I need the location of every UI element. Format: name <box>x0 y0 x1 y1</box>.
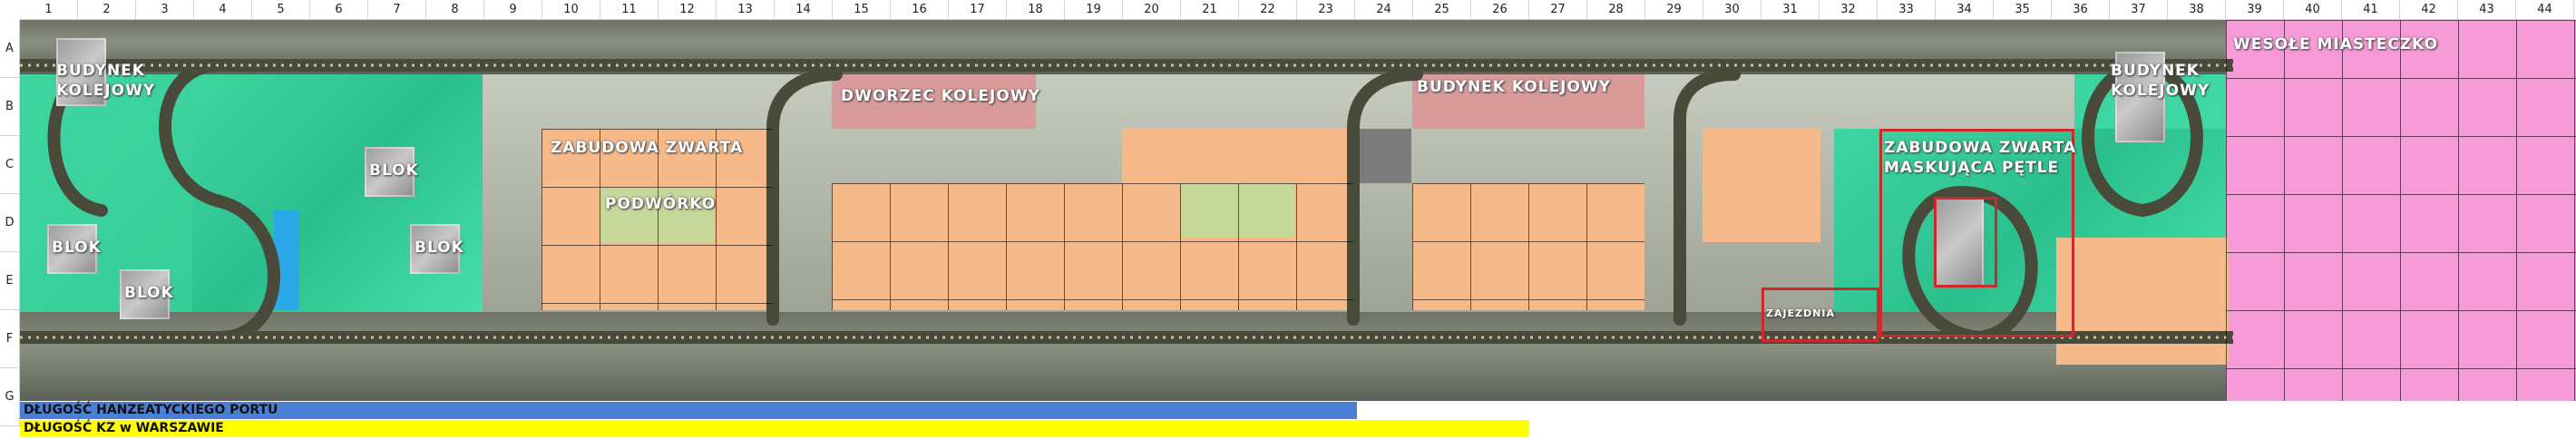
column-header-cell[interactable]: 33 <box>1878 0 1936 20</box>
label-block-2: BLOK <box>52 239 102 257</box>
column-header-cell[interactable]: 4 <box>194 0 252 20</box>
column-header-cell[interactable]: 14 <box>775 0 833 20</box>
column-header-cell[interactable]: 10 <box>542 0 600 20</box>
column-header-cell[interactable]: 32 <box>1820 0 1878 20</box>
column-header-cell[interactable]: 9 <box>484 0 542 20</box>
column-header-cell[interactable]: 1 <box>20 0 78 20</box>
column-header-cell[interactable]: 22 <box>1239 0 1297 20</box>
column-header-cell[interactable]: 5 <box>252 0 310 20</box>
label-railway-building-right: BUDYNEK KOLEJOWY <box>2111 62 2210 100</box>
column-header-cell[interactable]: 35 <box>1994 0 2052 20</box>
column-header-cell[interactable]: 3 <box>136 0 194 20</box>
column-header-cell[interactable]: 18 <box>1007 0 1065 20</box>
column-header-cell[interactable]: 12 <box>659 0 717 20</box>
row-header-cell[interactable]: E <box>0 252 20 310</box>
port-length-bar: DŁUGOŚĆ HANZEATYCKIEGO PORTU <box>20 402 1357 419</box>
column-header-cell[interactable]: 40 <box>2284 0 2342 20</box>
column-header-cell[interactable]: 44 <box>2516 0 2574 20</box>
column-header-cell[interactable]: 6 <box>310 0 368 20</box>
row-header-cell[interactable]: A <box>0 20 20 78</box>
row-header-column: ABCDEFG <box>0 20 20 426</box>
column-header-row: 1 2 3 4 5 6 7 8 9 10 11 12 13 14 15 16 17 18 19 20 21 22 23 24 2… <box>20 0 2576 20</box>
rail-branch-2 <box>1347 68 1423 326</box>
rail-branch-1 <box>766 68 843 326</box>
column-header-cell[interactable]: 21 <box>1181 0 1239 20</box>
label-railway-building-mid: BUDYNEK KOLEJOWY <box>1417 78 1612 96</box>
rail-left-curve <box>159 59 280 344</box>
column-header-cell[interactable]: 42 <box>2400 0 2458 20</box>
rail-branch-3 <box>1673 68 1741 326</box>
column-header-cell[interactable]: 28 <box>1587 0 1645 20</box>
row-header-cell[interactable]: D <box>0 194 20 252</box>
column-header-cell[interactable]: 23 <box>1297 0 1355 20</box>
column-header-cell[interactable]: 17 <box>949 0 1007 20</box>
column-header-cell[interactable]: 37 <box>2110 0 2168 20</box>
label-depot: ZAJEZDNIA <box>1766 307 1836 319</box>
column-header-cell[interactable]: 8 <box>426 0 484 20</box>
column-header-cell[interactable]: 34 <box>1936 0 1994 20</box>
column-header-cell[interactable]: 16 <box>891 0 949 20</box>
row-header-cell[interactable]: C <box>0 136 20 194</box>
column-header-cell[interactable]: 11 <box>600 0 659 20</box>
label-railway-building-left: BUDYNEK KOLEJOWY <box>56 62 156 100</box>
column-header-cell[interactable]: 43 <box>2458 0 2516 20</box>
label-railway-station: DWORZEC KOLEJOWY <box>841 87 1040 105</box>
label-block-1: BLOK <box>369 161 419 180</box>
amusement-park-zone <box>2226 20 2576 401</box>
column-header-cell[interactable]: 13 <box>717 0 775 20</box>
label-amusement-park: WESOŁE MIASTECZKO <box>2233 35 2439 54</box>
kz-length-bar: DŁUGOŚĆ KZ w WARSZAWIE <box>20 420 1529 437</box>
label-block-4: BLOK <box>415 239 464 257</box>
column-header-cell[interactable]: 25 <box>1413 0 1471 20</box>
label-block-3: BLOK <box>124 284 174 302</box>
label-loop-mask: ZABUDOWA ZWARTA MASKUJĄCA PĘTLE <box>1884 139 2077 177</box>
label-dense-building: ZABUDOWA ZWARTA <box>551 139 744 157</box>
column-header-cell[interactable]: 27 <box>1529 0 1587 20</box>
column-header-cell[interactable]: 15 <box>833 0 891 20</box>
column-header-cell[interactable]: 38 <box>2168 0 2226 20</box>
column-header-cell[interactable]: 19 <box>1065 0 1123 20</box>
column-header-cell[interactable]: 24 <box>1355 0 1413 20</box>
column-header-cell[interactable]: 2 <box>78 0 136 20</box>
column-header-cell[interactable]: 7 <box>368 0 426 20</box>
column-header-cell[interactable]: 29 <box>1645 0 1703 20</box>
row-header-cell[interactable]: B <box>0 78 20 136</box>
column-header-cell[interactable]: 30 <box>1703 0 1761 20</box>
column-header-cell[interactable]: 36 <box>2052 0 2110 20</box>
column-header-cell[interactable]: 26 <box>1471 0 1529 20</box>
column-header-cell[interactable]: 39 <box>2226 0 2284 20</box>
layout-board: BUDYNEK KOLEJOWY BLOK BLOK BLOK BLOK ZABU… <box>20 20 2576 401</box>
label-courtyard: PODWÓRKO <box>605 195 717 213</box>
column-header-cell[interactable]: 20 <box>1123 0 1181 20</box>
row-header-cell[interactable]: F <box>0 310 20 368</box>
column-header-cell[interactable]: 31 <box>1761 0 1820 20</box>
row-header-cell[interactable]: G <box>0 368 20 426</box>
loop-center-outline <box>1934 197 1997 288</box>
column-header-cell[interactable]: 41 <box>2342 0 2400 20</box>
